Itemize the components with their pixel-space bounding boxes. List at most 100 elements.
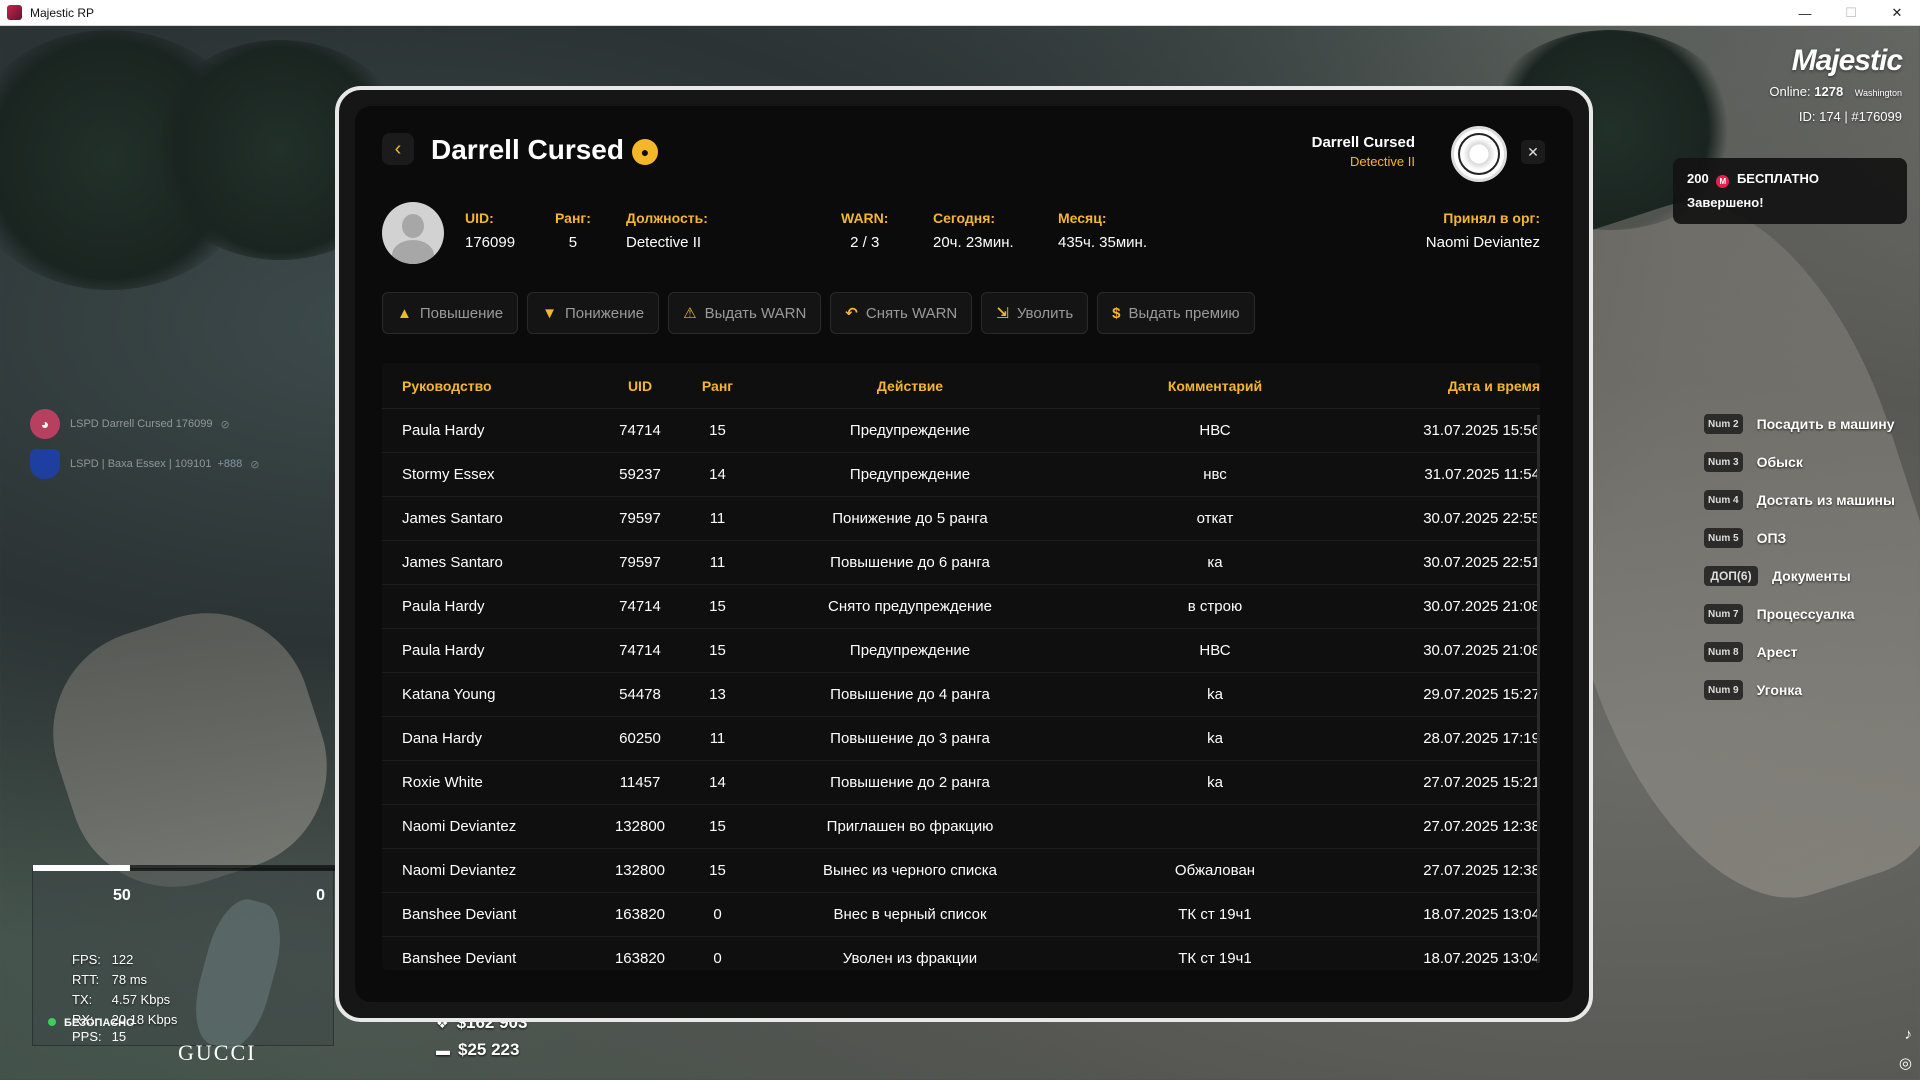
fuel-value: 0 — [316, 887, 325, 904]
field-warn: WARN: 2 / 3 — [841, 210, 889, 251]
header-user-name: Darrell Cursed — [1311, 134, 1415, 151]
cell-comment: ka — [1207, 686, 1223, 703]
hotkey-key: Num 4 — [1704, 490, 1743, 510]
stat-row: RTT: 78 ms — [72, 972, 148, 987]
table-row[interactable]: Roxie White 11457 14 Повышение до 2 ранга ka… — [382, 761, 1540, 805]
field-accepted-by: Принял в орг: Naomi Deviantez — [1425, 210, 1540, 251]
header-action: Действие — [876, 377, 944, 394]
hotkey-row: Num 3 Обыск — [1704, 443, 1895, 481]
header-rank: Ранг — [701, 377, 734, 394]
cell-manager: Paula Hardy — [402, 598, 485, 615]
cell-rank: 0 — [713, 950, 722, 967]
cell-comment: ka — [1207, 774, 1223, 791]
close-icon: ✕ — [1527, 143, 1539, 160]
cell-comment: ТК ст 19ч1 — [1178, 906, 1252, 923]
avatar — [382, 202, 444, 264]
cell-rank: 15 — [709, 642, 726, 659]
settings-ring-icon: ◎ — [1898, 1055, 1912, 1072]
safe-zone-indicator: БЕЗОПАСНО — [48, 1017, 135, 1029]
cell-uid: 79597 — [619, 510, 661, 527]
hotkey-label: Документы — [1772, 568, 1851, 584]
cell-rank: 11 — [709, 730, 726, 747]
cell-rank: 13 — [709, 686, 726, 703]
cell-comment: Обжалован — [1174, 862, 1256, 879]
field-rank: Ранг: 5 — [555, 210, 591, 251]
table-body: Paula Hardy 74714 15 Предупреждение НВС 31.07… — [382, 409, 1540, 970]
table-row[interactable]: Naomi Deviantez 132800 15 Приглашен во фрак… — [382, 805, 1540, 849]
hotkey-label: ОПЗ — [1756, 530, 1787, 546]
cell-rank: 11 — [709, 510, 726, 527]
close-window-button[interactable]: ✕ — [1874, 0, 1920, 26]
header-comment: Комментарий — [1167, 377, 1263, 394]
hotkey-row: Num 5 ОПЗ — [1704, 519, 1895, 557]
coin-icon: $ — [1112, 304, 1121, 322]
cell-action: Предупреждение — [849, 466, 971, 483]
arrow-up-icon: ▲ — [397, 304, 412, 322]
member-name: Darrell Cursed — [431, 134, 624, 165]
demote-button[interactable]: ▼ Понижение — [527, 292, 660, 334]
cell-rank: 14 — [709, 774, 726, 791]
give-warn-button[interactable]: ⚠ Выдать WARN — [668, 292, 822, 334]
field-position: Должность: Detective II — [626, 210, 708, 251]
cell-comment: откат — [1196, 510, 1234, 527]
cell-comment: НВС — [1199, 422, 1231, 439]
hotkey-label: Обыск — [1756, 454, 1803, 470]
give-bonus-button[interactable]: $ Выдать премию — [1097, 292, 1255, 334]
cell-datetime: 18.07.2025 13:04 — [1423, 906, 1540, 923]
online-counter: Online: 1278 Washington — [1769, 84, 1902, 99]
hotkey-key: ДОП(6) — [1704, 566, 1758, 586]
cell-manager: Katana Young — [402, 686, 496, 703]
cell-rank: 15 — [709, 598, 726, 615]
cell-action: Повышение до 3 ранга — [830, 730, 990, 747]
table-row[interactable]: Paula Hardy 74714 15 Предупреждение НВС 31.07… — [382, 409, 1540, 453]
cell-uid: 79597 — [619, 554, 661, 571]
back-button[interactable]: ‹ — [382, 133, 414, 165]
undo-icon: ↶ — [845, 305, 858, 322]
hotkey-label: Угонка — [1756, 682, 1803, 698]
header-manager: Руководство — [402, 377, 492, 394]
cell-manager: Paula Hardy — [402, 422, 485, 439]
cell-datetime: 30.07.2025 21:08 — [1423, 598, 1540, 615]
promote-button[interactable]: ▲ Повышение — [382, 292, 519, 334]
cell-datetime: 27.07.2025 15:21 — [1423, 774, 1540, 791]
table-row[interactable]: James Santaro 79597 11 Понижение до 5 ранга… — [382, 497, 1540, 541]
majestic-logo: Majestic — [1791, 44, 1903, 77]
remove-warn-button[interactable]: ↶ Снять WARN — [830, 292, 973, 334]
cell-uid: 163820 — [614, 950, 666, 967]
cell-comment: в строю — [1187, 598, 1243, 615]
cell-manager: Paula Hardy — [402, 642, 485, 659]
hotkey-label: Арест — [1756, 644, 1798, 660]
table-row[interactable]: Banshee Deviant 163820 0 Уволен из фракции Т… — [382, 937, 1540, 970]
table-row[interactable]: Katana Young 54478 13 Повышение до 4 ранга k… — [382, 673, 1540, 717]
table-row[interactable]: Dana Hardy 60250 11 Повышение до 3 ранга ka 2… — [382, 717, 1540, 761]
minimize-button[interactable]: — — [1782, 0, 1828, 26]
cell-manager: Dana Hardy — [402, 730, 483, 747]
cell-action: Повышение до 4 ранга — [830, 686, 990, 703]
table-row[interactable]: Naomi Deviantez 132800 15 Вынес из черного … — [382, 849, 1540, 893]
cell-comment: ka — [1207, 730, 1223, 747]
table-row[interactable]: Stormy Essex 59237 14 Предупреждение нвс 31.0… — [382, 453, 1540, 497]
bank-display: ▬ $25 223 — [436, 1040, 520, 1059]
table-row[interactable]: Paula Hardy 74714 15 Предупреждение НВС 30.07… — [382, 629, 1540, 673]
cell-uid: 163820 — [614, 906, 666, 923]
table-scrollbar[interactable] — [1537, 415, 1540, 963]
exit-icon: ⇲ — [996, 305, 1009, 322]
cell-manager: Naomi Deviantez — [402, 862, 517, 879]
muted-icon: ⊘ — [250, 458, 260, 471]
cell-datetime: 30.07.2025 22:51 — [1423, 554, 1540, 571]
hotkey-key: Num 9 — [1704, 680, 1743, 700]
maximize-button[interactable]: ☐ — [1828, 0, 1874, 26]
cell-datetime: 31.07.2025 11:54 — [1424, 466, 1540, 483]
speed-value: 50 — [113, 887, 131, 904]
hotkey-row: Num 7 Процессуалка — [1704, 595, 1895, 633]
fire-button[interactable]: ⇲ Уволить — [981, 292, 1089, 334]
discord-icon: ◕ — [30, 409, 60, 439]
header-uid: UID — [627, 377, 653, 394]
table-header: Руководство UID Ранг Действие Комментари… — [382, 363, 1540, 409]
table-row[interactable]: James Santaro 79597 11 Повышение до 6 ранга… — [382, 541, 1540, 585]
table-row[interactable]: Banshee Deviant 163820 0 Внес в черный спис… — [382, 893, 1540, 937]
player-id: ID: 174 | #176099 — [1798, 109, 1902, 124]
microphone-icon: ♪ — [1904, 1026, 1913, 1043]
table-row[interactable]: Paula Hardy 74714 15 Снято предупреждение в … — [382, 585, 1540, 629]
close-button[interactable]: ✕ — [1521, 140, 1545, 164]
